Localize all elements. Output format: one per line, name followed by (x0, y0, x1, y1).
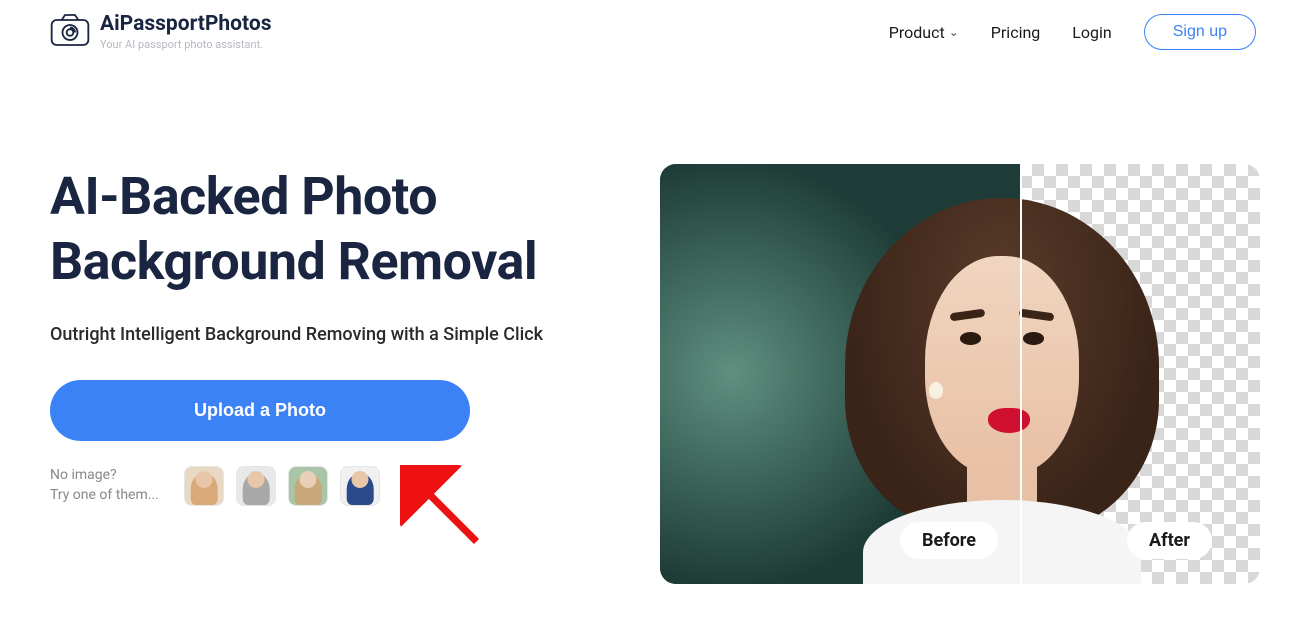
hero-right: Before After (660, 164, 1260, 584)
sample-prompt-line1: No image? (50, 466, 160, 486)
nav-product-label: Product (889, 23, 945, 42)
page-title: AI-Backed Photo Background Removal (50, 164, 600, 294)
brand-text: AiPassportPhotos Your AI passport photo … (100, 13, 272, 50)
compare-divider (1020, 164, 1022, 584)
nav-login[interactable]: Login (1072, 23, 1111, 42)
logo[interactable]: AiPassportPhotos Your AI passport photo … (50, 10, 272, 54)
site-header: AiPassportPhotos Your AI passport photo … (0, 0, 1306, 54)
brand-tagline: Your AI passport photo assistant. (100, 39, 272, 51)
before-badge: Before (900, 522, 998, 559)
chevron-down-icon: ⌄ (949, 25, 959, 39)
sample-thumb-3[interactable] (288, 466, 328, 506)
sample-thumbnails (184, 466, 380, 506)
sample-thumb-2[interactable] (236, 466, 276, 506)
brand-name: AiPassportPhotos (100, 13, 272, 36)
sample-prompt-line2: Try one of them... (50, 486, 160, 506)
main-nav: Product ⌄ Pricing Login Sign up (889, 14, 1256, 50)
page-subtitle: Outright Intelligent Background Removing… (50, 324, 600, 345)
after-badge: After (1127, 522, 1212, 559)
sample-row: No image? Try one of them... (50, 466, 600, 506)
nav-product[interactable]: Product ⌄ (889, 23, 959, 42)
nav-pricing[interactable]: Pricing (991, 23, 1041, 42)
signup-button[interactable]: Sign up (1144, 14, 1256, 50)
subject-illustration (828, 164, 1176, 584)
before-after-image: Before After (660, 164, 1260, 584)
camera-icon (50, 10, 90, 54)
sample-prompt: No image? Try one of them... (50, 466, 160, 505)
sample-thumb-4[interactable] (340, 466, 380, 506)
upload-photo-button[interactable]: Upload a Photo (50, 380, 470, 441)
hero-left: AI-Backed Photo Background Removal Outri… (50, 164, 600, 506)
hero-section: AI-Backed Photo Background Removal Outri… (0, 54, 1306, 584)
sample-thumb-1[interactable] (184, 466, 224, 506)
